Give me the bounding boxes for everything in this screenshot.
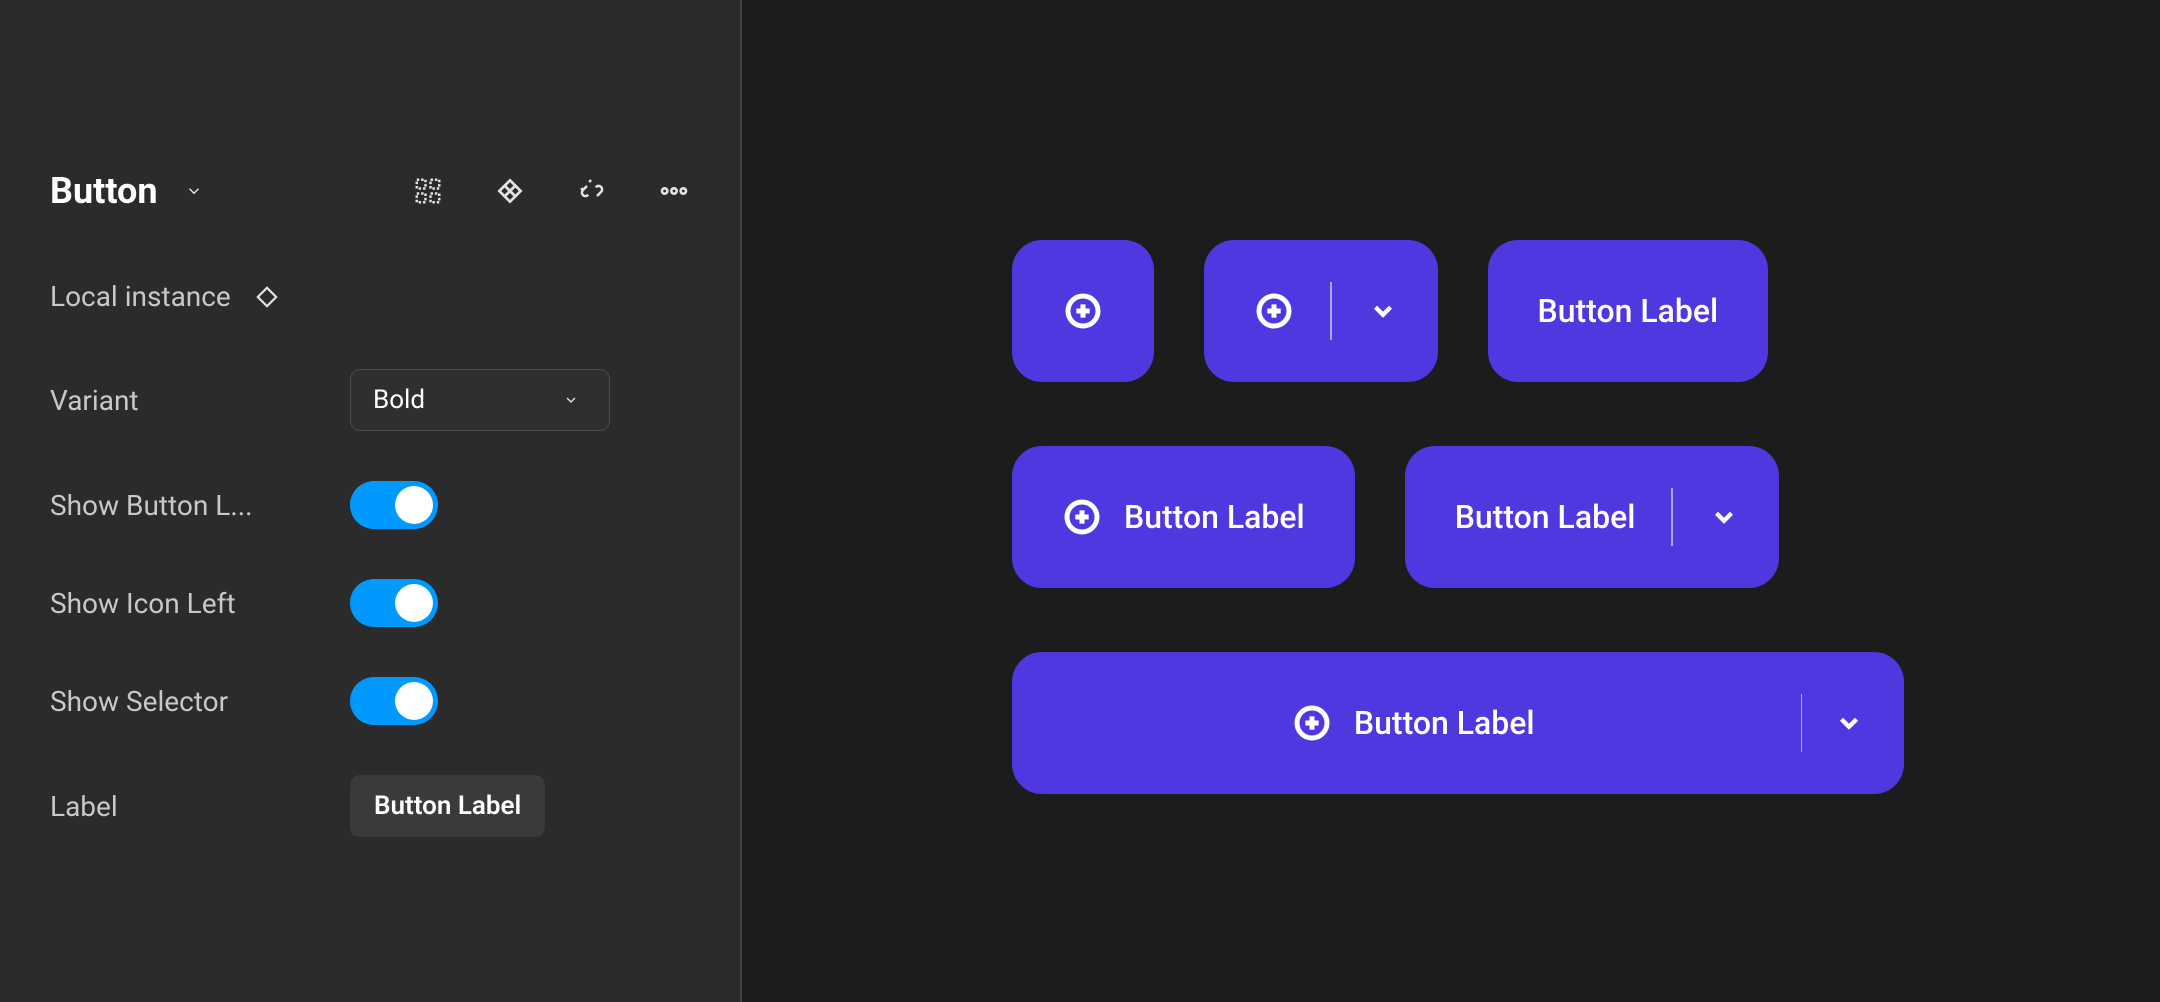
label-input-value: Button Label — [374, 791, 521, 821]
button-row-1: Button Label — [1012, 240, 2160, 382]
canvas[interactable]: Button Label Button Label Button Label — [742, 0, 2160, 1002]
button-label-text: Button Label — [1124, 498, 1305, 536]
instance-diamond-icon[interactable] — [251, 281, 283, 313]
show-icon-left-text: Show Icon Left — [50, 587, 350, 620]
button-row-2: Button Label Button Label — [1012, 446, 2160, 588]
detach-instance-icon[interactable] — [576, 175, 608, 207]
chevron-down-icon[interactable] — [178, 175, 210, 207]
variant-value: Bold — [373, 385, 425, 415]
panel-title-group[interactable]: Button — [50, 170, 210, 212]
properties-panel: Button Local instance Variant — [0, 0, 742, 1002]
preview-button-full[interactable]: Button Label — [1012, 652, 1904, 794]
show-selector-toggle[interactable] — [350, 677, 438, 725]
show-icon-left-toggle[interactable] — [350, 579, 438, 627]
chevron-down-icon — [1709, 502, 1739, 532]
label-field-label: Label — [50, 790, 350, 823]
local-instance-row: Local instance — [50, 280, 690, 313]
chevron-down-icon — [555, 384, 587, 416]
plus-circle-icon — [1062, 497, 1102, 537]
variant-label: Variant — [50, 384, 350, 417]
show-selector-text: Show Selector — [50, 685, 350, 718]
preview-button-icon-selector[interactable] — [1204, 240, 1438, 382]
button-label-text: Button Label — [1354, 704, 1535, 742]
button-divider — [1801, 694, 1803, 752]
preview-button-label[interactable]: Button Label — [1488, 240, 1769, 382]
more-options-icon[interactable] — [658, 175, 690, 207]
local-instance-label: Local instance — [50, 280, 231, 313]
preview-button-icon-label[interactable]: Button Label — [1012, 446, 1355, 588]
component-name: Button — [50, 170, 158, 212]
show-icon-left-row: Show Icon Left — [50, 579, 690, 627]
go-to-main-icon[interactable] — [494, 175, 526, 207]
variant-row: Variant Bold — [50, 369, 690, 431]
button-divider — [1330, 282, 1332, 340]
show-button-label-text: Show Button L... — [50, 489, 350, 522]
button-content-group: Button Label — [1292, 703, 1535, 743]
plus-circle-icon — [1254, 291, 1294, 331]
show-selector-row: Show Selector — [50, 677, 690, 725]
show-button-label-row: Show Button L... — [50, 481, 690, 529]
label-input[interactable]: Button Label — [350, 775, 545, 837]
button-label-text: Button Label — [1455, 498, 1636, 536]
preview-button-label-selector[interactable]: Button Label — [1405, 446, 1779, 588]
variant-select[interactable]: Bold — [350, 369, 610, 431]
variants-grid-icon[interactable] — [412, 175, 444, 207]
button-row-3: Button Label — [1012, 652, 2160, 794]
preview-button-icon-only[interactable] — [1012, 240, 1154, 382]
plus-circle-icon — [1063, 291, 1103, 331]
chevron-down-icon — [1368, 296, 1398, 326]
show-button-label-toggle[interactable] — [350, 481, 438, 529]
label-row: Label Button Label — [50, 775, 690, 837]
panel-header: Button — [50, 170, 690, 212]
button-label-text: Button Label — [1538, 292, 1719, 330]
button-selector-group — [1787, 694, 1865, 752]
chevron-down-icon — [1834, 708, 1864, 738]
button-divider — [1671, 488, 1673, 546]
panel-actions — [412, 175, 690, 207]
plus-circle-icon — [1292, 703, 1332, 743]
